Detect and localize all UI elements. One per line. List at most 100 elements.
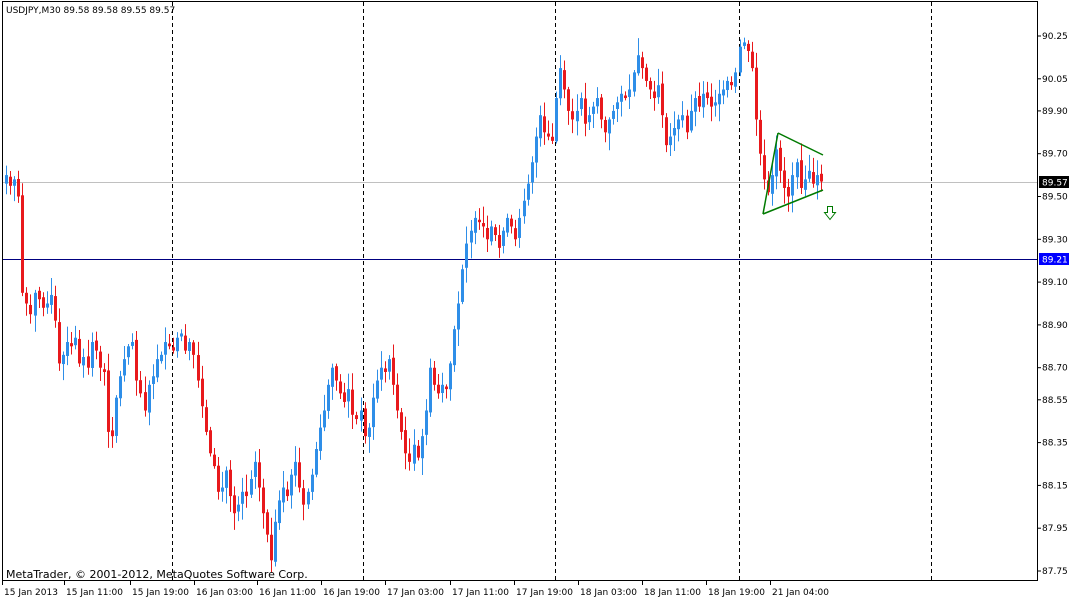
candle-bearish	[168, 343, 171, 347]
time-tick-label: 16 Jan 03:00	[196, 588, 253, 598]
candle-bullish	[131, 342, 134, 346]
candle-bullish	[677, 119, 680, 130]
candle-bearish	[343, 392, 346, 402]
candle-bearish	[543, 116, 546, 133]
time-tick-label: 18 Jan 03:00	[580, 588, 637, 598]
time-tick-label: 17 Jan 11:00	[452, 588, 509, 598]
candle-bullish	[274, 521, 277, 562]
candle-bullish	[539, 115, 542, 139]
price-tick-label: 88.90	[1042, 321, 1068, 331]
candle-bullish	[91, 342, 94, 368]
candle-bearish	[266, 512, 269, 535]
candle-bearish	[820, 173, 823, 182]
candle-bearish	[408, 453, 411, 462]
candle-bullish	[327, 384, 330, 411]
candle-bullish	[771, 175, 774, 194]
candle-bullish	[608, 119, 611, 134]
candle-bearish	[201, 378, 204, 407]
candle-bearish	[486, 227, 489, 240]
candle-bearish	[514, 228, 517, 240]
candle-bearish	[21, 195, 24, 293]
candle-bullish	[127, 346, 130, 358]
candle-bullish	[319, 427, 322, 451]
candle-bearish	[510, 218, 513, 227]
candle-bearish	[351, 389, 354, 415]
candle-bearish	[135, 339, 138, 381]
candle-bullish	[294, 461, 297, 476]
candle-bearish	[706, 92, 709, 99]
candle-bullish	[5, 175, 8, 184]
candle-bearish	[107, 370, 110, 432]
candle-bearish	[172, 347, 175, 351]
candle-bullish	[347, 389, 350, 402]
candle-bullish	[413, 444, 416, 464]
candle-bullish	[796, 162, 799, 178]
candle-bullish	[743, 42, 746, 46]
candle-bullish	[474, 217, 477, 233]
candle-bearish	[205, 407, 208, 432]
candle-bearish	[392, 357, 395, 385]
candle-bullish	[791, 175, 794, 196]
candle-bearish	[95, 340, 98, 351]
candle-bullish	[368, 427, 371, 437]
candle-bearish	[103, 369, 106, 372]
candle-bullish	[115, 397, 118, 436]
candle-bullish	[323, 410, 326, 428]
candle-bearish	[9, 176, 12, 186]
candle-bullish	[429, 367, 432, 413]
candle-bearish	[482, 223, 485, 227]
candle-bullish	[461, 269, 464, 302]
candle-bullish	[82, 357, 85, 366]
candle-bullish	[148, 384, 151, 413]
candle-bullish	[702, 93, 705, 108]
candle-bullish	[62, 354, 65, 365]
candle-bullish	[457, 303, 460, 330]
candle-bullish	[188, 342, 191, 351]
current-price-label: 89.57	[1042, 179, 1068, 189]
candle-bullish	[311, 474, 314, 492]
candle-bearish	[604, 119, 607, 133]
candle-bearish	[17, 178, 20, 197]
price-tick-label: 89.70	[1042, 150, 1068, 160]
candle-bullish	[506, 217, 509, 233]
candle-bearish	[70, 343, 73, 347]
candle-bullish	[241, 491, 244, 504]
time-tick-label: 16 Jan 11:00	[259, 588, 316, 598]
price-tick-label: 88.55	[1042, 396, 1068, 406]
candle-bearish	[54, 296, 57, 321]
candle-bearish	[498, 235, 501, 248]
price-chart[interactable]: 90.25 90.05 89.90 89.70 89.50 89.30 89.10 88.90…	[0, 0, 1075, 599]
candle-bearish	[197, 355, 200, 381]
candle-bullish	[690, 110, 693, 131]
time-tick-label: 15 Jan 2013	[4, 588, 58, 598]
candle-bullish	[225, 470, 228, 488]
candle-bearish	[144, 392, 147, 411]
candle-bullish	[669, 136, 672, 146]
candle-bullish	[380, 367, 383, 380]
candle-bearish	[42, 297, 45, 308]
candle-bearish	[111, 430, 114, 437]
candle-bullish	[775, 149, 778, 177]
time-tick-label: 17 Jan 19:00	[516, 588, 573, 598]
price-tick-label: 89.50	[1042, 193, 1068, 203]
candle-bearish	[286, 489, 289, 497]
candle-bullish	[74, 337, 77, 346]
price-tick-label: 90.25	[1042, 32, 1068, 42]
candle-bullish	[657, 85, 660, 98]
candle-bullish	[372, 397, 375, 428]
candle-bullish	[331, 367, 334, 387]
candle-bullish	[441, 384, 444, 394]
price-tick-label: 88.70	[1042, 364, 1068, 374]
candle-bullish	[633, 72, 636, 92]
candle-bearish	[547, 133, 550, 137]
candle-bearish	[298, 462, 301, 488]
candle-bearish	[417, 445, 420, 458]
time-tick-label: 18 Jan 19:00	[708, 588, 765, 598]
candle-bearish	[29, 304, 32, 315]
time-tick-label: 16 Jan 19:00	[323, 588, 380, 598]
candle-bearish	[400, 412, 403, 432]
candle-bullish	[718, 93, 721, 105]
candle-bearish	[686, 115, 689, 133]
candle-bullish	[804, 179, 807, 190]
candle-bullish	[620, 93, 623, 102]
